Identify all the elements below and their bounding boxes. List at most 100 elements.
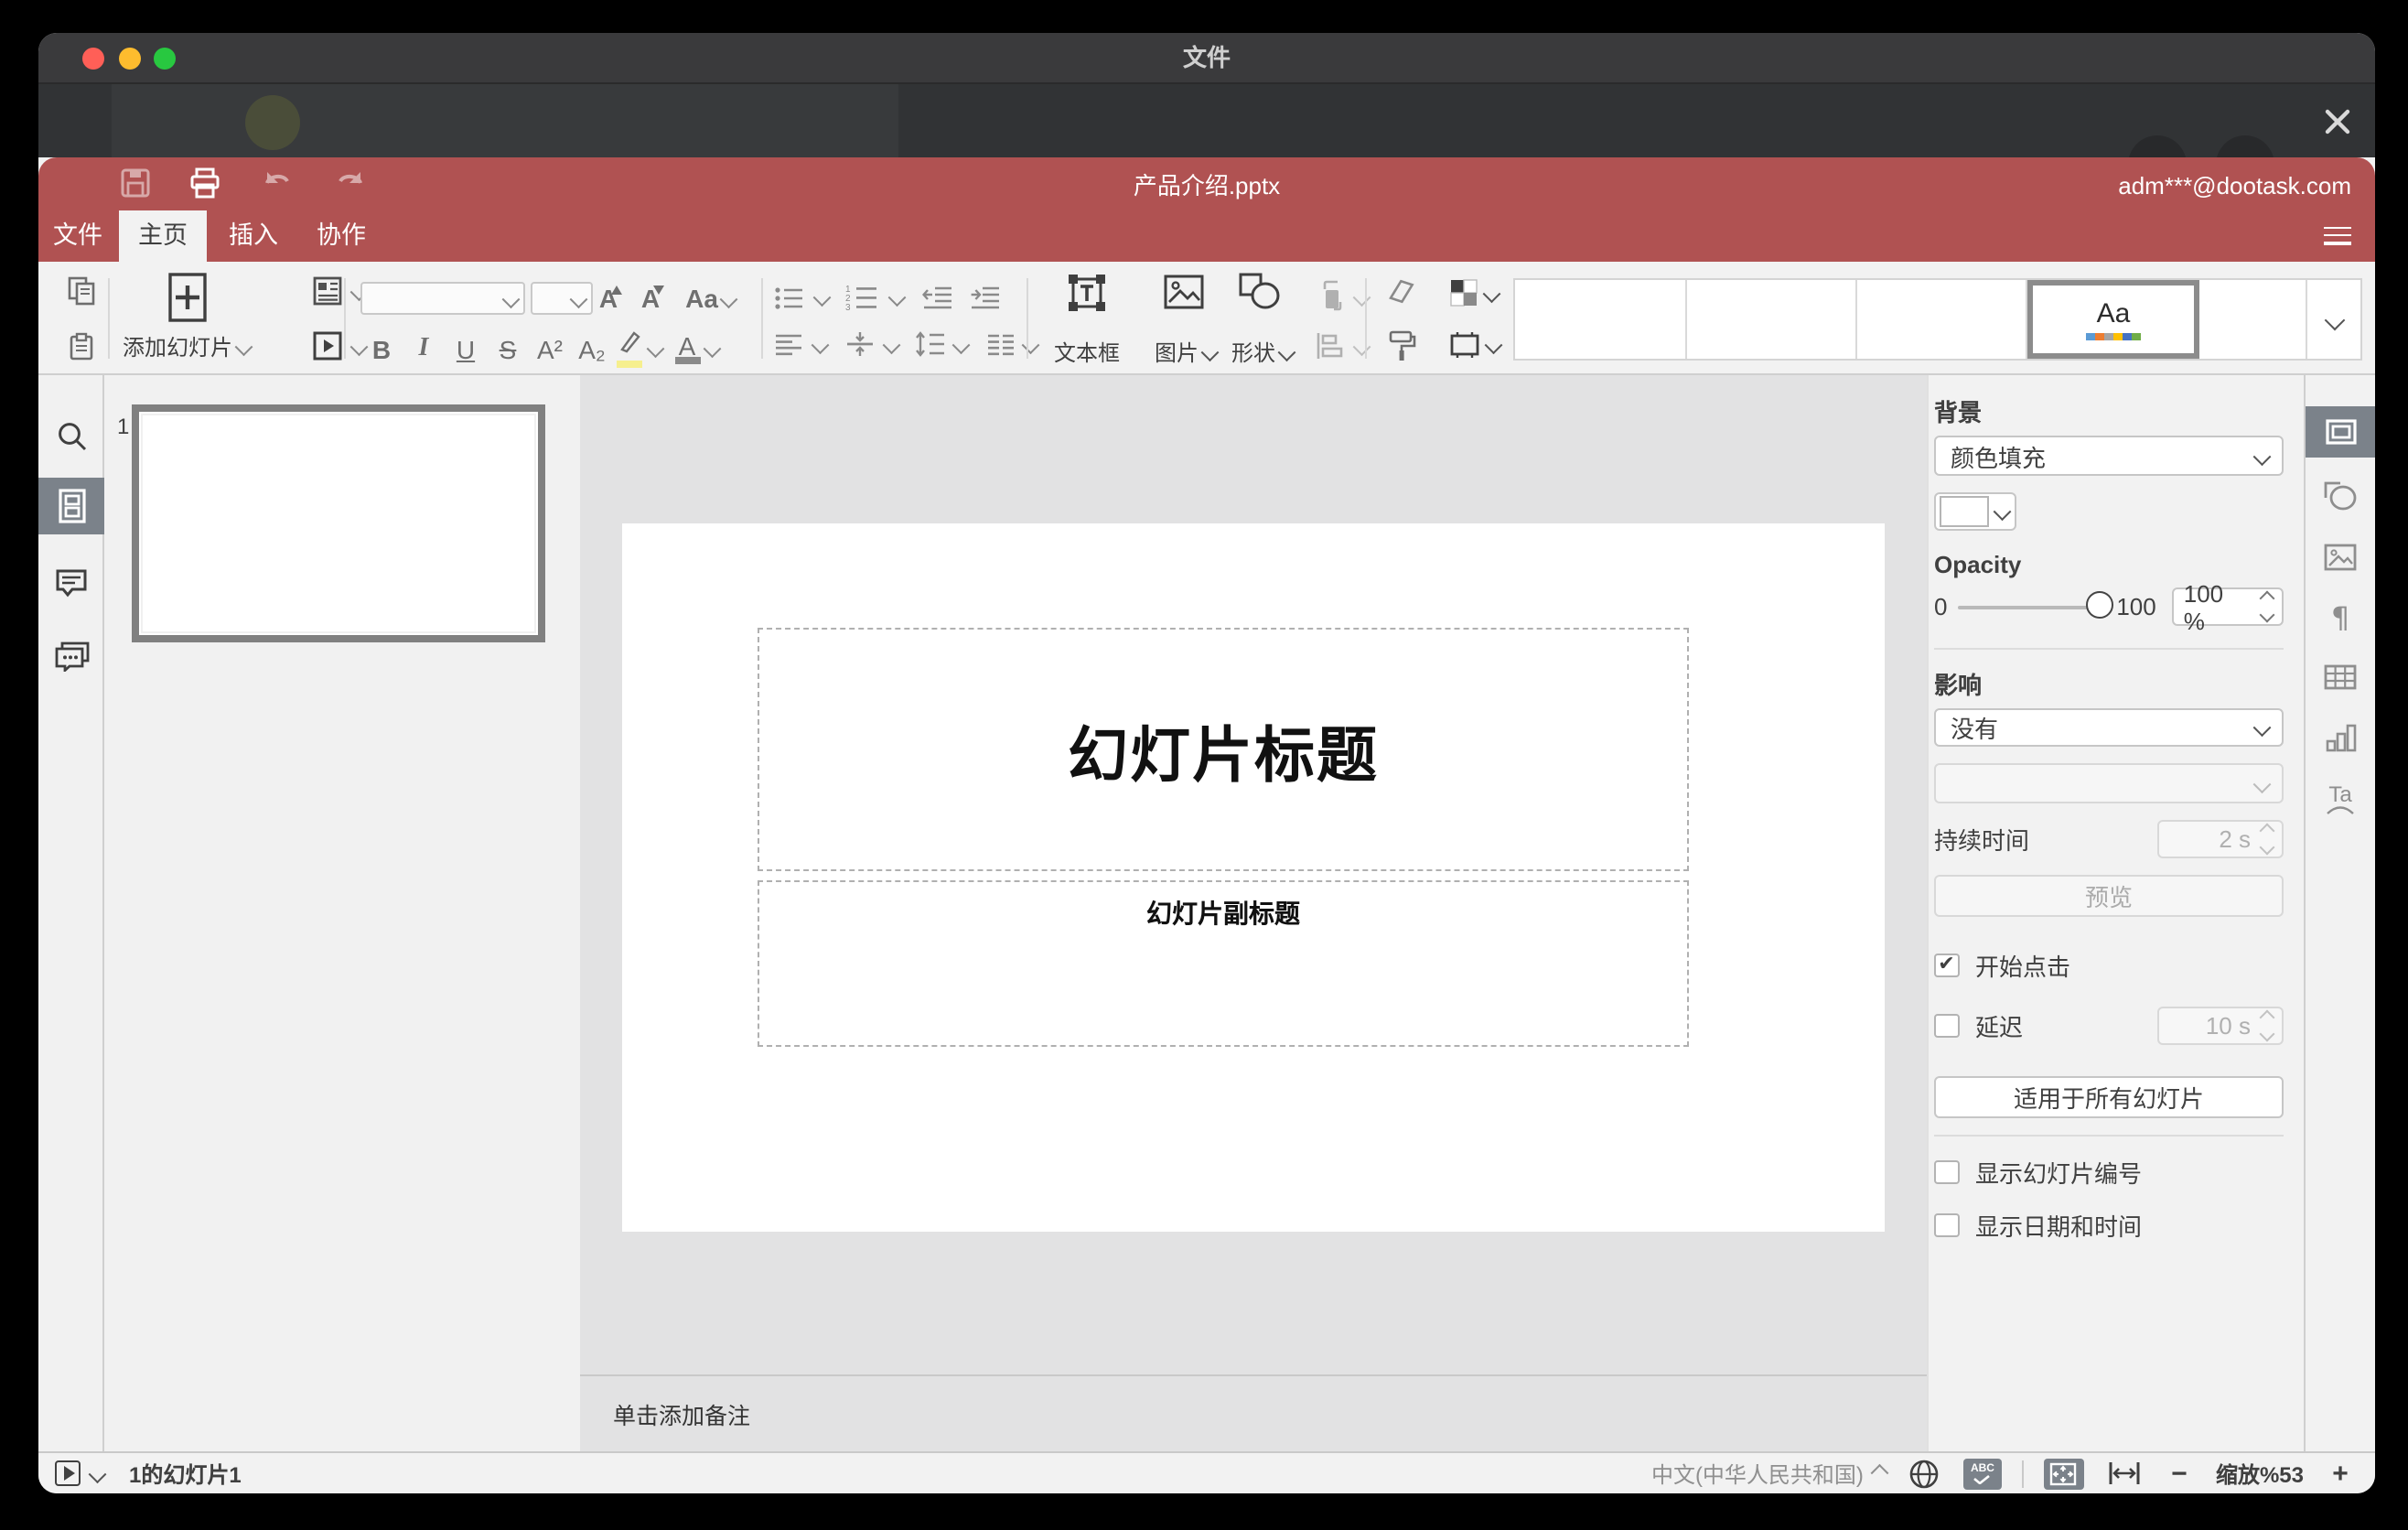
font-name-select[interactable]	[360, 282, 525, 315]
shape-fill-button[interactable]	[1449, 278, 1500, 307]
start-on-click-label: 开始点击	[1975, 954, 2071, 981]
decrease-indent-button[interactable]	[922, 285, 953, 310]
increase-indent-button[interactable]	[970, 285, 1001, 310]
comments-button[interactable]	[38, 556, 104, 608]
opacity-input[interactable]: 100 %	[2172, 579, 2284, 634]
slide-layout-button[interactable]	[313, 276, 368, 306]
add-slide-icon	[168, 273, 207, 322]
italic-button[interactable]: I	[403, 334, 445, 363]
paste-button[interactable]	[53, 318, 108, 375]
apply-to-all-button[interactable]: 适用于所有幻灯片	[1934, 1076, 2284, 1118]
zoom-in-button[interactable]: +	[2327, 1458, 2353, 1489]
language-selector[interactable]: 中文(中华人民共和国)	[1651, 1458, 1864, 1489]
slide-settings-panel: 背景 颜色填充 Opacity 0 100 100 % 影响 没有 持续时间 2…	[1927, 375, 2304, 1451]
chart-icon	[2325, 724, 2356, 752]
shape-icon	[1239, 273, 1280, 309]
superscript-button[interactable]: A²	[529, 334, 571, 363]
slide-size-button[interactable]	[1449, 331, 1502, 359]
opacity-slider[interactable]	[1958, 590, 2113, 618]
insert-shape-button[interactable]	[1239, 273, 1281, 320]
chart-settings-tab[interactable]	[2306, 712, 2375, 763]
slides-panel-button[interactable]	[38, 478, 104, 534]
numbering-button[interactable]: 123	[844, 284, 905, 311]
search-button[interactable]	[38, 410, 104, 461]
add-slide-label-row[interactable]: 添加幻灯片	[123, 331, 253, 362]
theme-item[interactable]	[1857, 280, 2027, 359]
clear-style-button[interactable]	[1387, 276, 1418, 307]
vertical-align-button[interactable]	[844, 331, 899, 357]
image-settings-tab[interactable]	[2306, 531, 2375, 582]
slide-settings-tab[interactable]	[2306, 406, 2375, 458]
text-box-button[interactable]	[1067, 273, 1107, 322]
theme-item-selected[interactable]: Aa	[2027, 280, 2199, 359]
opacity-slider-knob[interactable]	[2085, 590, 2113, 618]
fit-width-icon[interactable]	[2108, 1460, 2141, 1486]
table-settings-tab[interactable]	[2306, 652, 2375, 703]
strikethrough-button[interactable]: S	[487, 334, 529, 363]
background-fill-value: 颜色填充	[1951, 444, 2047, 471]
notes-area[interactable]: 单击添加备注	[580, 1374, 1927, 1451]
theme-item[interactable]	[1687, 280, 1857, 359]
bold-button[interactable]: B	[360, 334, 403, 363]
background-fill-select[interactable]: 颜色填充	[1934, 436, 2284, 476]
increase-indent-icon	[971, 286, 999, 308]
zoom-out-button[interactable]: −	[2166, 1458, 2192, 1489]
start-slideshow-status-button[interactable]	[55, 1460, 81, 1486]
paragraph-settings-tab[interactable]: ¶	[2306, 591, 2375, 642]
insert-image-button[interactable]	[1164, 275, 1204, 318]
tab-insert[interactable]: 插入	[229, 210, 278, 262]
set-language-globe-icon[interactable]	[1908, 1458, 1940, 1489]
fill-color-picker[interactable]	[1934, 492, 2284, 531]
document-title: 产品介绍.pptx	[1133, 172, 1281, 199]
add-slide-button[interactable]	[168, 273, 207, 331]
chat-button[interactable]	[38, 630, 104, 681]
copy-style-button[interactable]	[1387, 329, 1416, 362]
duration-input[interactable]: 2 s	[2157, 820, 2284, 858]
align-objects-button[interactable]	[1316, 331, 1371, 361]
copy-button[interactable]	[53, 262, 108, 318]
effect-select[interactable]: 没有	[1934, 708, 2284, 747]
highlight-color-button[interactable]	[613, 329, 664, 368]
line-spacing-button[interactable]	[915, 331, 970, 357]
delay-input[interactable]: 10 s	[2157, 1007, 2284, 1045]
arrange-button[interactable]	[1316, 280, 1371, 313]
bullets-button[interactable]	[774, 285, 831, 310]
underline-button[interactable]: U	[445, 334, 487, 363]
tab-home[interactable]: 主页	[119, 210, 207, 262]
text-art-settings-tab[interactable]: Ta	[2306, 772, 2375, 824]
slide-title-text: 幻灯片标题	[1068, 720, 1379, 788]
slide-canvas[interactable]: 幻灯片标题 幻灯片副标题	[622, 523, 1885, 1232]
effect-type-select[interactable]	[1934, 763, 2284, 803]
increase-font-button[interactable]: A	[593, 284, 635, 313]
title-placeholder[interactable]: 幻灯片标题	[758, 628, 1689, 871]
tab-file[interactable]: 文件	[53, 210, 102, 262]
duration-row: 持续时间 2 s	[1934, 820, 2284, 858]
spell-check-button[interactable]: ABC	[1962, 1458, 2002, 1489]
preview-button[interactable]: 预览	[1934, 875, 2284, 917]
theme-gallery-expand-button[interactable]	[2307, 280, 2360, 359]
theme-item[interactable]	[1515, 280, 1687, 359]
horizontal-align-button[interactable]	[774, 332, 829, 356]
tab-collaboration[interactable]: 协作	[317, 210, 366, 262]
decrease-font-button[interactable]: A	[635, 284, 677, 313]
close-icon[interactable]	[2324, 108, 2351, 135]
subtitle-placeholder[interactable]: 幻灯片副标题	[758, 880, 1689, 1047]
start-slideshow-button[interactable]	[313, 331, 368, 361]
spinner-arrows-icon[interactable]	[2259, 590, 2275, 623]
left-sidebar	[38, 375, 104, 1451]
bullets-icon	[775, 286, 802, 308]
change-case-button[interactable]: Aa	[681, 284, 737, 313]
font-color-button[interactable]: A	[672, 332, 720, 363]
subscript-button[interactable]: A₂	[571, 334, 613, 363]
delay-checkbox[interactable]	[1934, 1013, 1959, 1039]
theme-item[interactable]	[2199, 280, 2307, 359]
show-date-time-checkbox[interactable]	[1934, 1212, 1959, 1238]
show-slide-number-checkbox[interactable]	[1934, 1159, 1959, 1185]
fit-slide-button[interactable]	[2043, 1458, 2084, 1489]
start-on-click-checkbox[interactable]: ✔	[1934, 953, 1959, 978]
slide-thumbnail[interactable]	[132, 404, 545, 642]
chat-icon	[54, 641, 89, 671]
menu-icon[interactable]	[2324, 221, 2351, 249]
font-size-select[interactable]	[531, 282, 593, 315]
shape-settings-tab[interactable]	[2306, 470, 2375, 522]
